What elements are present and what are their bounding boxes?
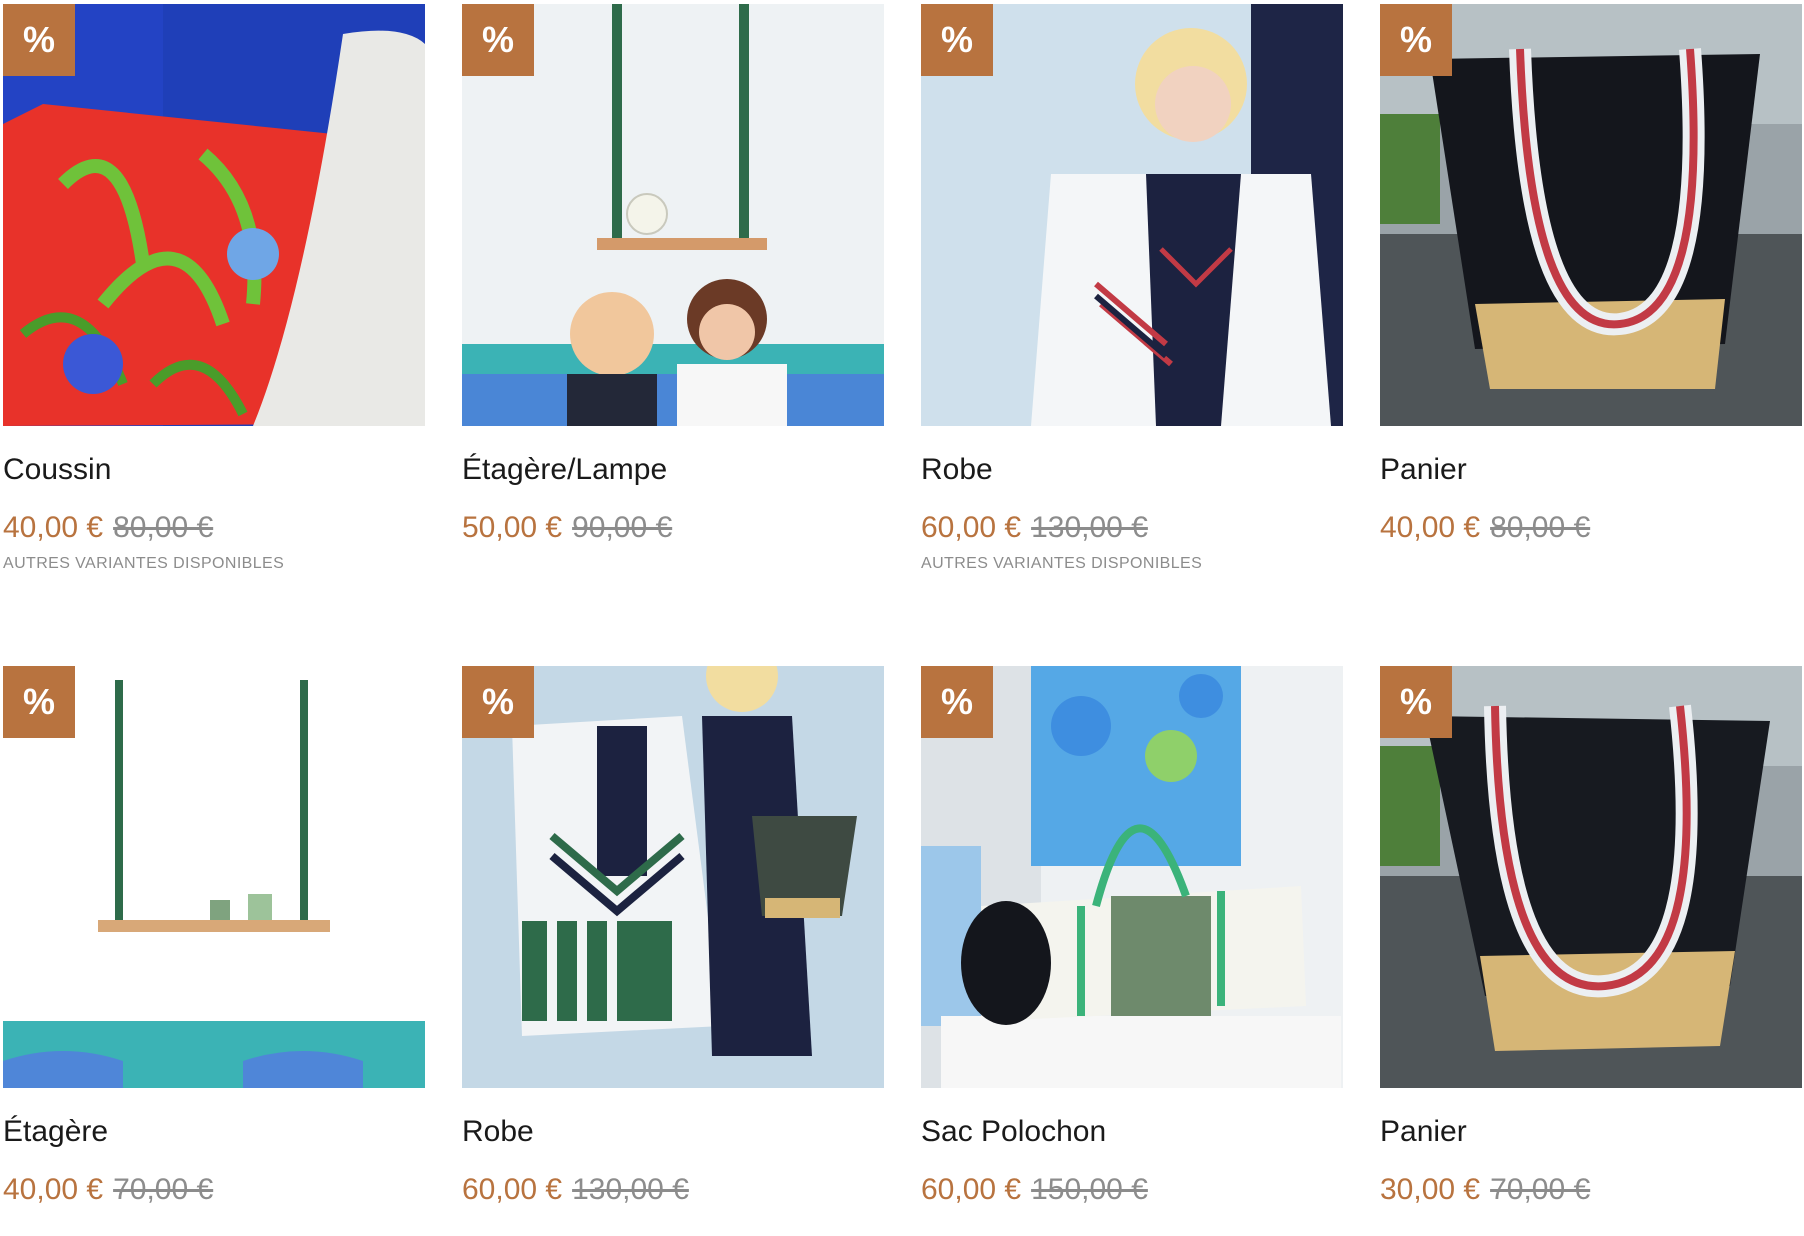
product-image-basket-bag[interactable]: % xyxy=(1380,666,1802,1088)
variants-available-note xyxy=(3,1216,425,1236)
product-title[interactable]: Panier xyxy=(1380,1114,1802,1150)
product-prices: 60,00 € 130,00 € xyxy=(921,510,1343,546)
original-price: 130,00 € xyxy=(572,1173,689,1206)
original-price: 150,00 € xyxy=(1031,1173,1148,1206)
variants-available-note xyxy=(462,1216,884,1236)
original-price: 70,00 € xyxy=(1490,1173,1591,1206)
product-card[interactable]: % Coussin 40,00 € 80,00 € AUTRES VARIANTE… xyxy=(3,4,425,574)
variants-available-note xyxy=(921,1216,1343,1236)
product-prices: 40,00 € 80,00 € xyxy=(3,510,425,546)
product-title[interactable]: Robe xyxy=(921,452,1343,488)
product-card[interactable]: % Robe 60,00 € 130,00 € xyxy=(462,666,884,1236)
variants-available-note: AUTRES VARIANTES DISPONIBLES xyxy=(3,555,285,572)
product-prices: 40,00 € 70,00 € xyxy=(3,1172,425,1208)
variants-available-note xyxy=(462,554,884,574)
product-title[interactable]: Étagère/Lampe xyxy=(462,452,884,488)
sale-price: 60,00 € xyxy=(462,1173,563,1206)
product-title[interactable]: Étagère xyxy=(3,1114,425,1150)
sale-price: 60,00 € xyxy=(921,1173,1022,1206)
discount-badge: % xyxy=(1380,666,1452,738)
product-image-cushion[interactable]: % xyxy=(3,4,425,426)
product-card[interactable]: % Sac Polochon 60,00 € 150,00 € xyxy=(921,666,1343,1236)
sale-price: 40,00 € xyxy=(3,1173,104,1206)
discount-badge: % xyxy=(3,4,75,76)
sale-price: 40,00 € xyxy=(3,511,104,544)
product-title[interactable]: Robe xyxy=(462,1114,884,1150)
discount-badge: % xyxy=(921,4,993,76)
product-prices: 50,00 € 90,00 € xyxy=(462,510,884,546)
product-prices: 40,00 € 80,00 € xyxy=(1380,510,1802,546)
discount-badge: % xyxy=(921,666,993,738)
product-image-shelf-lamp[interactable]: % xyxy=(462,4,884,426)
variants-available-note xyxy=(1380,554,1802,574)
variants-available-note: AUTRES VARIANTES DISPONIBLES xyxy=(921,555,1203,572)
product-title[interactable]: Sac Polochon xyxy=(921,1114,1343,1150)
original-price: 80,00 € xyxy=(113,511,214,544)
original-price: 130,00 € xyxy=(1031,511,1148,544)
discount-badge: % xyxy=(3,666,75,738)
product-image-dress-jacket[interactable]: % xyxy=(462,666,884,1088)
sale-price: 60,00 € xyxy=(921,511,1022,544)
product-title[interactable]: Coussin xyxy=(3,452,425,488)
discount-badge: % xyxy=(462,666,534,738)
product-image-basket-bag[interactable]: % xyxy=(1380,4,1802,426)
product-card[interactable]: % Panier 30,00 € 70,00 € xyxy=(1380,666,1802,1236)
original-price: 80,00 € xyxy=(1490,511,1591,544)
original-price: 70,00 € xyxy=(113,1173,214,1206)
product-image-duffel-bag[interactable]: % xyxy=(921,666,1343,1088)
product-grid: % Coussin 40,00 € 80,00 € AUTRES VARIANTE… xyxy=(0,0,1804,1222)
discount-badge: % xyxy=(1380,4,1452,76)
sale-price: 40,00 € xyxy=(1380,511,1481,544)
sale-price: 50,00 € xyxy=(462,511,563,544)
variants-available-note xyxy=(1380,1216,1802,1236)
product-prices: 60,00 € 150,00 € xyxy=(921,1172,1343,1208)
original-price: 90,00 € xyxy=(572,511,673,544)
product-image-dress[interactable]: % xyxy=(921,4,1343,426)
product-card[interactable]: % Étagère 40,00 € 70,00 € xyxy=(3,666,425,1236)
product-title[interactable]: Panier xyxy=(1380,452,1802,488)
product-card[interactable]: % Étagère/Lampe 50,00 € 90,00 € xyxy=(462,4,884,574)
discount-badge: % xyxy=(462,4,534,76)
sale-price: 30,00 € xyxy=(1380,1173,1481,1206)
product-card[interactable]: % Panier 40,00 € 80,00 € xyxy=(1380,4,1802,574)
product-prices: 30,00 € 70,00 € xyxy=(1380,1172,1802,1208)
product-image-shelf[interactable]: % xyxy=(3,666,425,1088)
product-card[interactable]: % Robe 60,00 € 130,00 € AUTRES VARIANTES … xyxy=(921,4,1343,574)
product-prices: 60,00 € 130,00 € xyxy=(462,1172,884,1208)
